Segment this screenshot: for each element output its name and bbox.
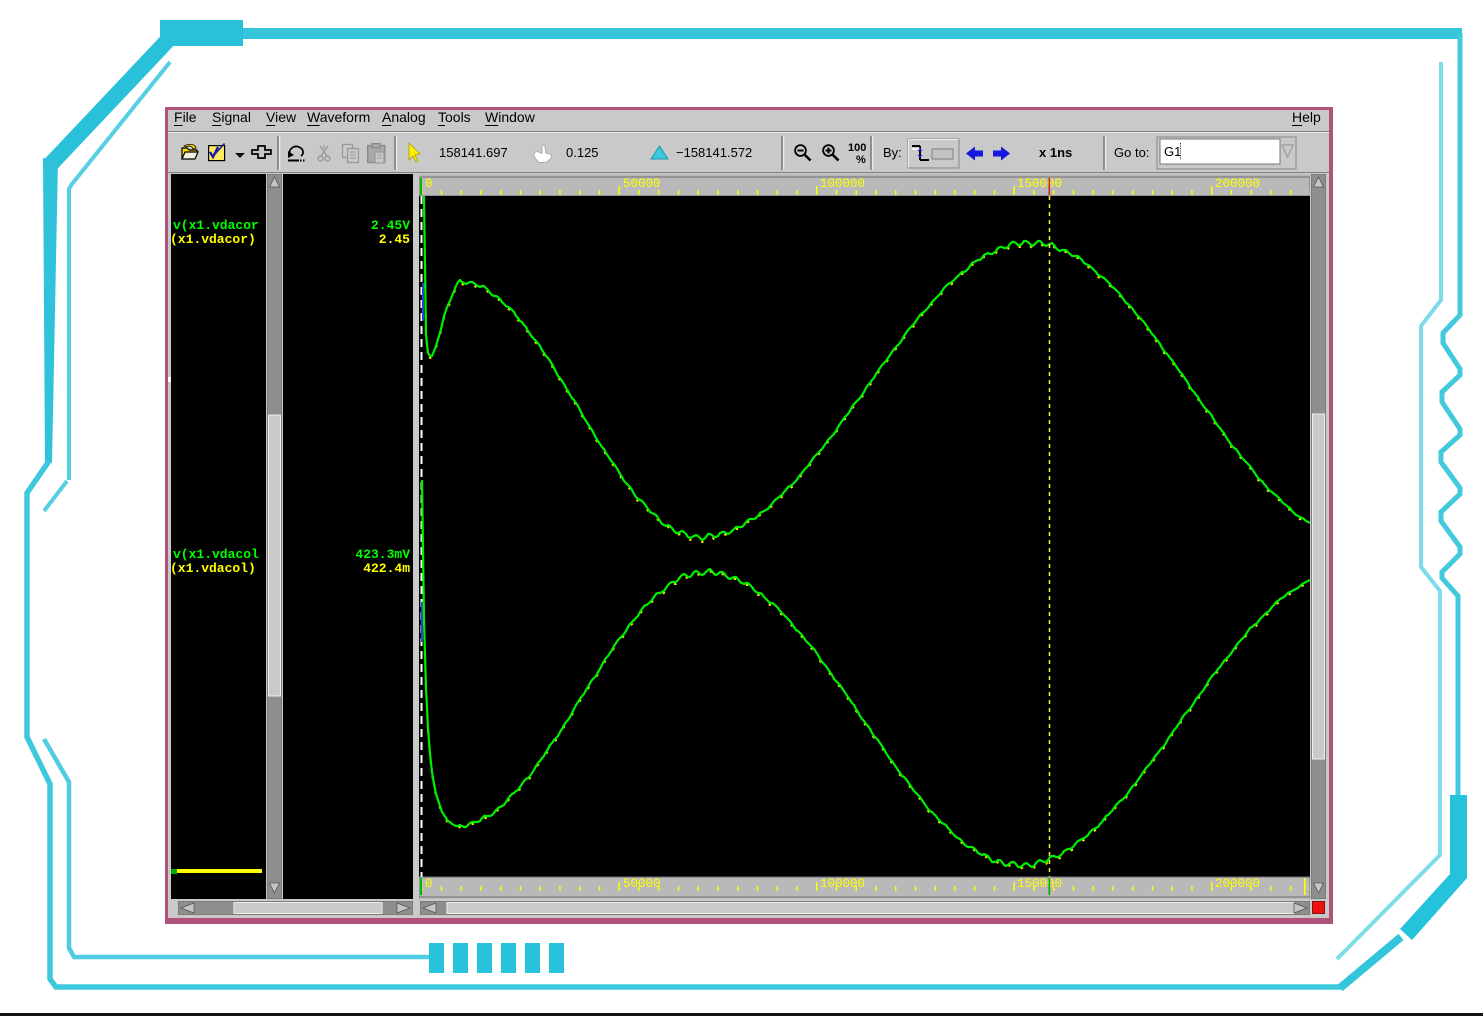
svg-text:200000: 200000 (1215, 177, 1260, 191)
svg-text:0: 0 (425, 877, 433, 891)
svg-text:150000: 150000 (1017, 877, 1062, 891)
svg-text:100: 100 (848, 142, 866, 154)
svg-text:By:: By: (883, 145, 902, 160)
svg-text:%: % (856, 154, 866, 166)
svg-text:200000: 200000 (1215, 877, 1260, 891)
svg-text:−158141.572: −158141.572 (676, 145, 752, 160)
svg-text:x 1ns: x 1ns (1039, 145, 1072, 160)
svg-text:100000: 100000 (820, 877, 865, 891)
svg-text:100000: 100000 (820, 177, 865, 191)
svg-text:158141.697: 158141.697 (439, 145, 508, 160)
svg-text:Go to:: Go to: (1114, 145, 1149, 160)
svg-text:0.125: 0.125 (566, 145, 599, 160)
svg-text:50000: 50000 (623, 177, 661, 191)
svg-text:150000: 150000 (1017, 177, 1062, 191)
svg-text:G1: G1 (1164, 144, 1181, 159)
svg-text:0: 0 (425, 177, 433, 191)
svg-text:50000: 50000 (623, 877, 661, 891)
